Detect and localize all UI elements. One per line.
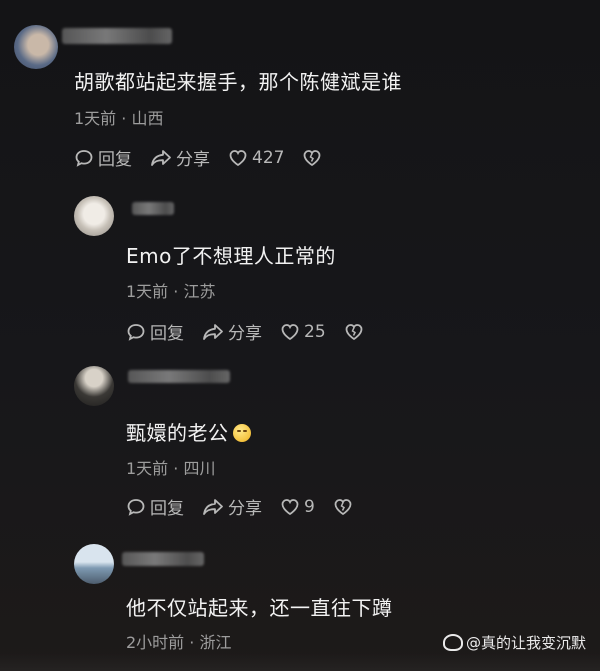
- comment-meta: 2小时前 · 浙江: [126, 629, 231, 653]
- reply-label: 回复: [98, 150, 132, 170]
- share-arrow-icon: [203, 498, 223, 515]
- heart-icon: [281, 323, 299, 340]
- like-count: 9: [304, 496, 315, 517]
- broken-heart-icon: [334, 498, 352, 515]
- username-blurred[interactable]: 用户: [62, 28, 172, 44]
- reply-button[interactable]: 回复: [126, 319, 184, 344]
- share-arrow-icon: [203, 323, 223, 340]
- meta-separator: ·: [121, 109, 127, 128]
- comment-location: 四川: [183, 459, 216, 478]
- reply-label: 回复: [150, 324, 184, 344]
- comment-meta: 1天前 · 山西: [74, 105, 163, 129]
- username-blurred[interactable]: 用户: [128, 370, 230, 383]
- heart-icon: [229, 149, 247, 166]
- like-button[interactable]: 9: [280, 497, 315, 517]
- share-arrow-icon: [151, 149, 171, 166]
- comment-location: 江苏: [183, 282, 216, 301]
- reply-button[interactable]: 回复: [126, 494, 184, 519]
- weibo-logo-icon: [442, 634, 463, 651]
- dislike-button[interactable]: [333, 497, 357, 517]
- comment-text: Emo了不想理人正常的: [126, 244, 336, 268]
- bottom-fade: [0, 653, 600, 671]
- comment-text: 胡歌都站起来握手，那个陈健斌是谁: [74, 70, 402, 94]
- avatar[interactable]: [74, 544, 114, 584]
- like-button[interactable]: 25: [280, 322, 326, 342]
- dislike-button[interactable]: [344, 322, 368, 342]
- avatar[interactable]: [74, 196, 114, 236]
- comment-actions: 回复 分享 427: [74, 145, 344, 170]
- avatar[interactable]: [14, 25, 58, 69]
- username-blurred[interactable]: 用户: [132, 202, 174, 215]
- comment-bubble-icon: [75, 149, 93, 167]
- meta-separator: ·: [173, 282, 179, 301]
- avatar[interactable]: [74, 366, 114, 406]
- comment-text-content: 甄嬛的老公: [126, 421, 229, 445]
- comment-bubble-icon: [127, 498, 145, 516]
- comment-meta: 1天前 · 四川: [126, 455, 215, 479]
- like-count: 427: [252, 147, 285, 168]
- comment-bubble-icon: [127, 323, 145, 341]
- share-button[interactable]: 分享: [150, 145, 210, 170]
- share-button[interactable]: 分享: [202, 319, 262, 344]
- like-button[interactable]: 427: [228, 148, 284, 168]
- heart-icon: [281, 498, 299, 515]
- comment-text: 甄嬛的老公: [126, 417, 251, 446]
- username-blurred[interactable]: 用户: [122, 552, 204, 566]
- comment-time: 1天前: [74, 109, 117, 128]
- comment-actions: 回复 分享 9: [126, 494, 375, 519]
- meta-separator: ·: [173, 459, 179, 478]
- comment-time: 1天前: [126, 459, 169, 478]
- grin-emoji-icon: [232, 424, 251, 442]
- comment-time: 2小时前: [126, 633, 185, 652]
- watermark-text: @真的让我变沉默: [465, 634, 586, 652]
- share-label: 分享: [228, 499, 262, 519]
- share-label: 分享: [176, 150, 210, 170]
- broken-heart-icon: [304, 149, 321, 166]
- broken-heart-icon: [345, 323, 363, 340]
- dislike-button[interactable]: [302, 148, 326, 168]
- comment-actions: 回复 分享 25: [126, 319, 386, 344]
- comment-location: 山西: [131, 109, 164, 128]
- comment-time: 1天前: [126, 282, 169, 301]
- comment-1: 用户 胡歌都站起来握手，那个陈健斌是谁 1天前 · 山西 回复 分享 427: [0, 0, 600, 180]
- comment-2: 用户 Emo了不想理人正常的 1天前 · 江苏 回复 分享 25: [0, 180, 600, 360]
- comment-location: 浙江: [199, 633, 232, 652]
- reply-button[interactable]: 回复: [74, 145, 132, 170]
- comment-meta: 1天前 · 江苏: [126, 278, 215, 302]
- meta-separator: ·: [189, 633, 195, 652]
- share-button[interactable]: 分享: [202, 494, 262, 519]
- like-count: 25: [304, 321, 326, 342]
- reply-label: 回复: [150, 499, 184, 519]
- comment-3: 用户 甄嬛的老公 1天前 · 四川 回复 分享 9: [0, 360, 600, 540]
- comment-text: 他不仅站起来，还一直往下蹲: [126, 596, 393, 620]
- share-label: 分享: [228, 324, 262, 344]
- watermark: @真的让我变沉默: [442, 632, 586, 653]
